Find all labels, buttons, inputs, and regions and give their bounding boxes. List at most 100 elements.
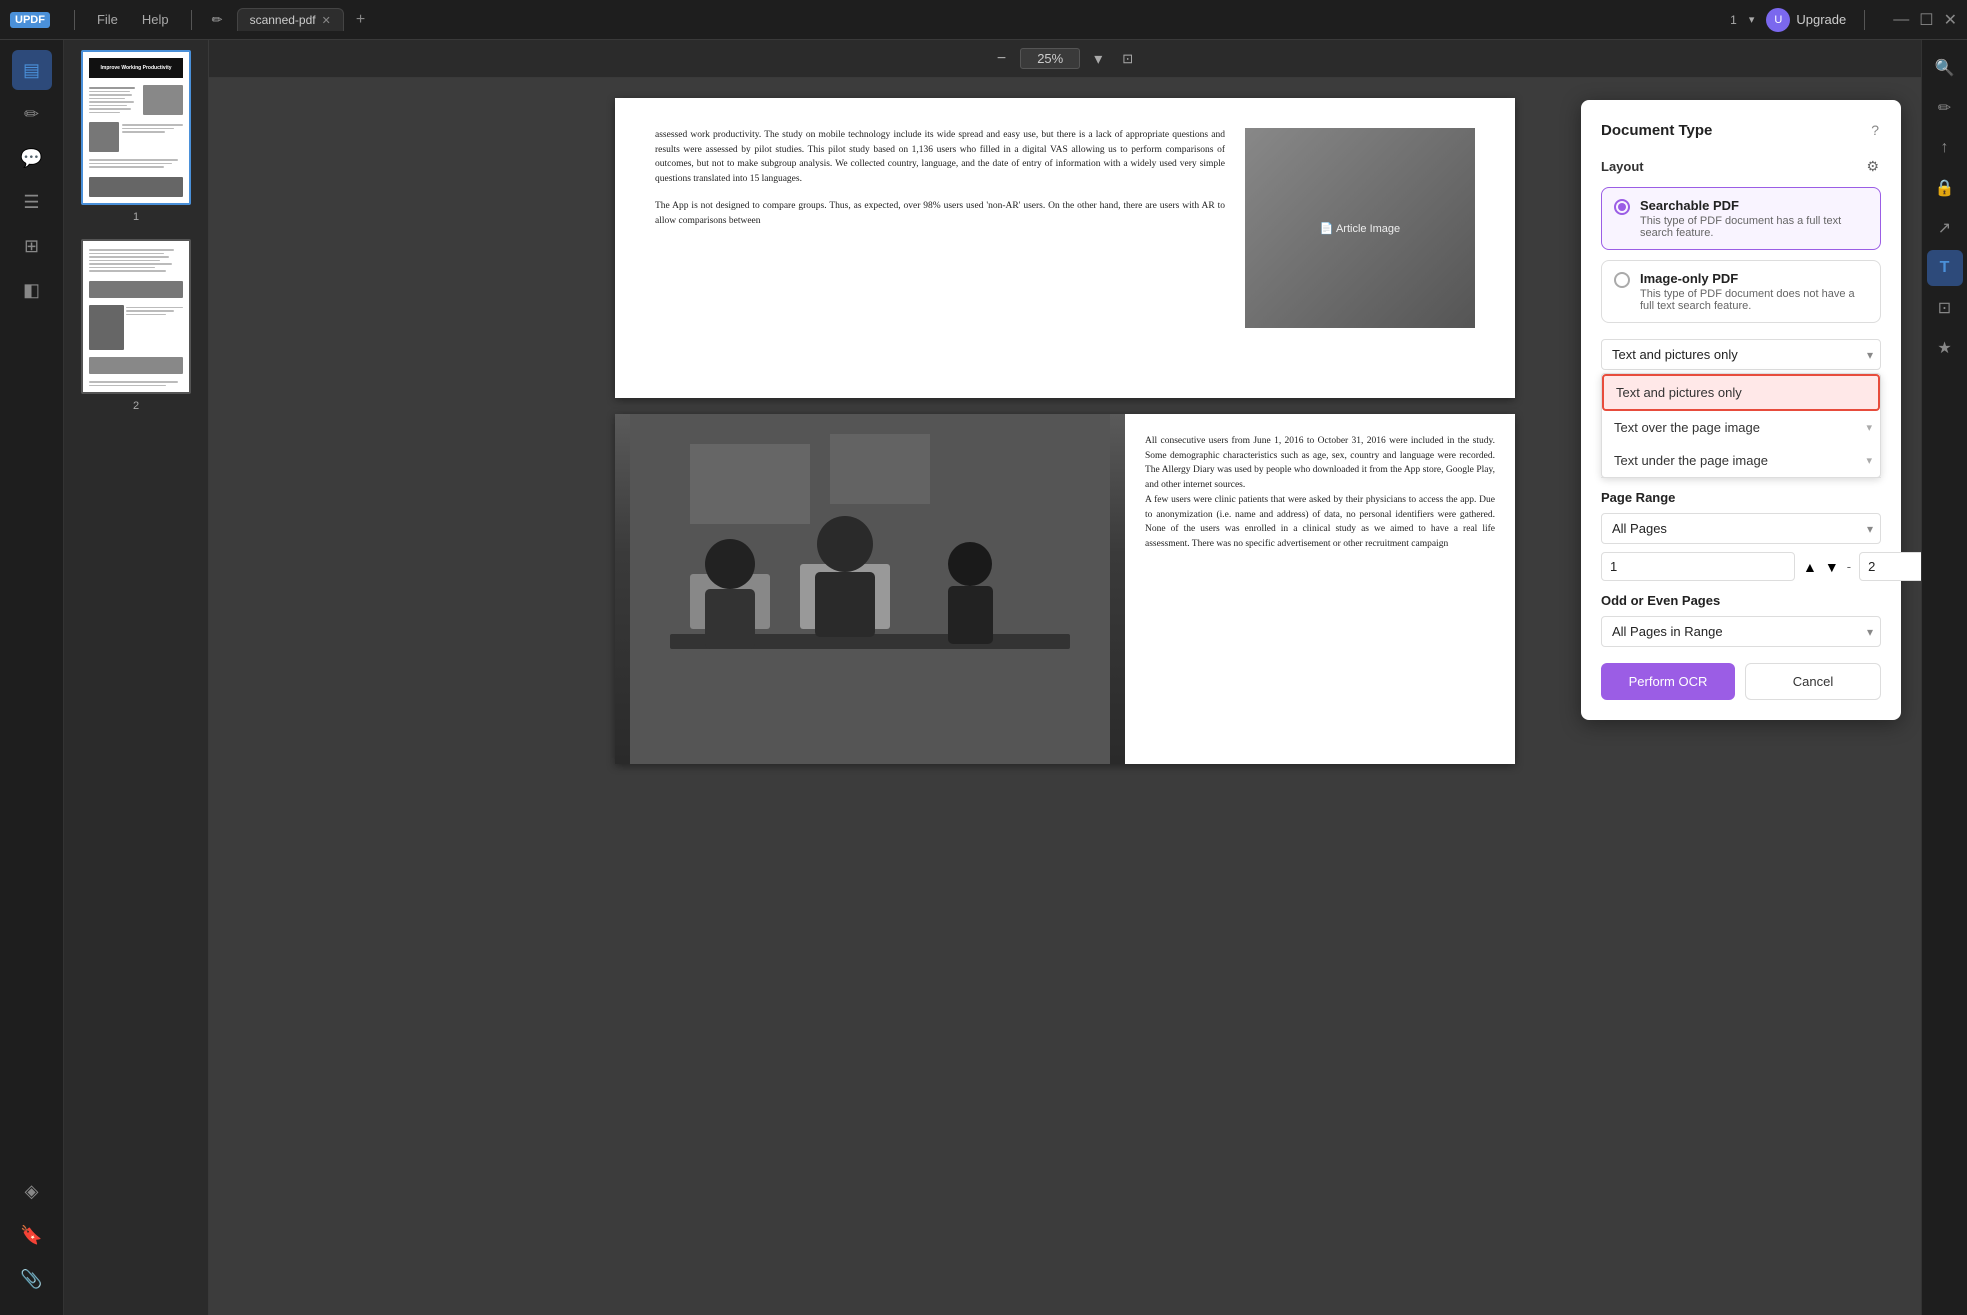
page-range-arrow-down: ▼ <box>1825 559 1839 575</box>
page-range-dropdown-wrapper: All Pages Custom ▾ <box>1601 513 1881 544</box>
right-ocr-icon[interactable]: T <box>1927 250 1963 286</box>
ocr-panel-title: Document Type <box>1601 122 1712 139</box>
right-search-icon[interactable]: 🔍 <box>1927 50 1963 86</box>
layers-icon[interactable]: ◈ <box>12 1171 52 1211</box>
page-from-input[interactable] <box>1601 552 1795 581</box>
tab-name: scanned-pdf <box>250 13 316 27</box>
sidebar-item-comment[interactable]: 💬 <box>12 138 52 178</box>
thumb-img-1: Improve Working Productivity <box>81 50 191 205</box>
right-annotate-icon[interactable]: ✏ <box>1927 90 1963 126</box>
edit-tab-icon: ✏ <box>206 10 229 30</box>
action-buttons: Perform OCR Cancel <box>1601 663 1881 700</box>
add-tab-button[interactable]: + <box>356 11 365 29</box>
layout-dropdown-list: Text and pictures only Text over the pag… <box>1601 373 1881 478</box>
option-title-searchable: Searchable PDF <box>1640 198 1868 213</box>
logo-text: UPDF <box>10 12 50 28</box>
pdf-bottom-text: All consecutive users from June 1, 2016 … <box>1125 414 1515 764</box>
right-star-icon[interactable]: ★ <box>1927 330 1963 366</box>
tab-close-icon[interactable]: ✕ <box>322 14 331 27</box>
sidebar-item-page-view[interactable]: ▤ <box>12 50 52 90</box>
gear-icon[interactable]: ⚙ <box>1864 156 1881 177</box>
odd-even-section: Odd or Even Pages All Pages in Range Odd… <box>1601 593 1881 647</box>
layout-dropdown-wrapper: Text and pictures only Text over the pag… <box>1601 339 1881 370</box>
pdf-para1: assessed work productivity. The study on… <box>655 128 1225 187</box>
page-range-title: Page Range <box>1601 490 1881 505</box>
page-range-inputs: ▲ ▼ - ▲ ▼ <box>1601 552 1881 581</box>
titlebar-right: 1 ▾ U Upgrade — ☐ ✕ <box>1730 8 1957 32</box>
file-menu[interactable]: File <box>89 10 126 29</box>
layout-section: Text and pictures only Text over the pag… <box>1601 339 1881 370</box>
zoom-mode-button[interactable]: ⊡ <box>1116 49 1139 69</box>
option-desc-searchable: This type of PDF document has a full tex… <box>1640 215 1868 239</box>
sep-1 <box>74 10 75 30</box>
pdf-text-column: assessed work productivity. The study on… <box>655 128 1225 368</box>
sidebar-item-form[interactable]: ☰ <box>12 182 52 222</box>
dropdown-item-text-under[interactable]: Text under the page image <box>1602 444 1866 477</box>
window-controls: — ☐ ✕ <box>1893 10 1957 30</box>
page-indicator-arrow: ▾ <box>1749 13 1755 26</box>
right-compress-icon[interactable]: ⊡ <box>1927 290 1963 326</box>
upgrade-label: Upgrade <box>1796 12 1846 27</box>
thumb-label-1: 1 <box>133 211 139 223</box>
right-export-icon[interactable]: ↑ <box>1927 130 1963 166</box>
ocr-panel: Document Type ? Layout ⚙ Searchable PDF … <box>1581 100 1901 720</box>
dropdown-item-text-over-row: Text over the page image ▾ <box>1602 411 1880 444</box>
pdf-page-top: assessed work productivity. The study on… <box>615 98 1515 398</box>
dropdown-item-text-pictures[interactable]: Text and pictures only <box>1602 374 1880 411</box>
page-range-arrow-up: ▲ <box>1803 559 1817 575</box>
sep-3 <box>1864 10 1865 30</box>
layout-dropdown[interactable]: Text and pictures only Text over the pag… <box>1601 339 1881 370</box>
sidebar-item-redact[interactable]: ◧ <box>12 270 52 310</box>
document-tab[interactable]: scanned-pdf ✕ <box>237 8 344 31</box>
right-share-icon[interactable]: ↗ <box>1927 210 1963 246</box>
dropdown-item-text-under-row: Text under the page image ▾ <box>1602 444 1880 477</box>
thumbnail-page-2[interactable]: 2 <box>81 239 191 412</box>
perform-ocr-button[interactable]: Perform OCR <box>1601 663 1735 700</box>
layout-label: Layout <box>1601 159 1644 174</box>
radio-image-only-pdf <box>1614 272 1630 288</box>
minimize-button[interactable]: — <box>1893 10 1909 30</box>
sidebar-item-protect[interactable]: ⊞ <box>12 226 52 266</box>
layout-header-row: Layout ⚙ <box>1601 156 1881 177</box>
thumbnail-page-1[interactable]: Improve Working Productivity <box>81 50 191 223</box>
left-sidebar: ▤ ✏ 💬 ☰ ⊞ ◧ ◈ 🔖 📎 <box>0 40 64 1315</box>
thumb-label-2: 2 <box>133 400 139 412</box>
option-title-image-only: Image-only PDF <box>1640 271 1868 286</box>
right-sidebar: 🔍 ✏ ↑ 🔒 ↗ T ⊡ ★ <box>1921 40 1967 1315</box>
attachment-icon[interactable]: 📎 <box>12 1259 52 1299</box>
text-under-arrow: ▾ <box>1866 454 1880 467</box>
option-text-searchable: Searchable PDF This type of PDF document… <box>1640 198 1868 239</box>
doc-type-image-only-pdf[interactable]: Image-only PDF This type of PDF document… <box>1601 260 1881 323</box>
doc-type-searchable-pdf[interactable]: Searchable PDF This type of PDF document… <box>1601 187 1881 250</box>
content-area: − 25% ▾ ⊡ assessed work productivity. Th… <box>209 40 1921 1315</box>
cancel-button[interactable]: Cancel <box>1745 663 1881 700</box>
zoom-level-display: 25% <box>1020 48 1080 69</box>
page-sep: - <box>1847 559 1851 574</box>
thumbnail-panel: Improve Working Productivity <box>64 40 209 1315</box>
odd-even-dropdown[interactable]: All Pages in Range Odd Pages Even Pages <box>1601 616 1881 647</box>
upgrade-button[interactable]: U Upgrade <box>1766 8 1846 32</box>
zoom-dropdown-button[interactable]: ▾ <box>1088 47 1108 71</box>
odd-even-title: Odd or Even Pages <box>1601 593 1881 608</box>
maximize-button[interactable]: ☐ <box>1919 10 1933 30</box>
page-range-section: Page Range All Pages Custom ▾ ▲ ▼ - ▲ ▼ <box>1601 490 1881 581</box>
help-icon[interactable]: ? <box>1869 120 1881 140</box>
pdf-image-placeholder: 📄 Article Image <box>1245 128 1475 368</box>
right-protect-icon[interactable]: 🔒 <box>1927 170 1963 206</box>
bookmark-icon[interactable]: 🔖 <box>12 1215 52 1255</box>
page-to-input[interactable] <box>1859 552 1921 581</box>
sidebar-item-edit[interactable]: ✏ <box>12 94 52 134</box>
toolbar: − 25% ▾ ⊡ <box>209 40 1921 78</box>
close-button[interactable]: ✕ <box>1944 10 1957 30</box>
sep-2 <box>191 10 192 30</box>
page-range-dropdown[interactable]: All Pages Custom <box>1601 513 1881 544</box>
zoom-out-button[interactable]: − <box>991 48 1012 70</box>
option-text-image-only: Image-only PDF This type of PDF document… <box>1640 271 1868 312</box>
user-avatar: U <box>1766 8 1790 32</box>
pdf-page-bottom: All consecutive users from June 1, 2016 … <box>615 414 1515 764</box>
pdf-para2: The App is not designed to compare group… <box>655 199 1225 228</box>
odd-even-dropdown-wrapper: All Pages in Range Odd Pages Even Pages … <box>1601 616 1881 647</box>
page-indicator: 1 <box>1730 13 1737 27</box>
dropdown-item-text-over[interactable]: Text over the page image <box>1602 411 1866 444</box>
help-menu[interactable]: Help <box>134 10 177 29</box>
